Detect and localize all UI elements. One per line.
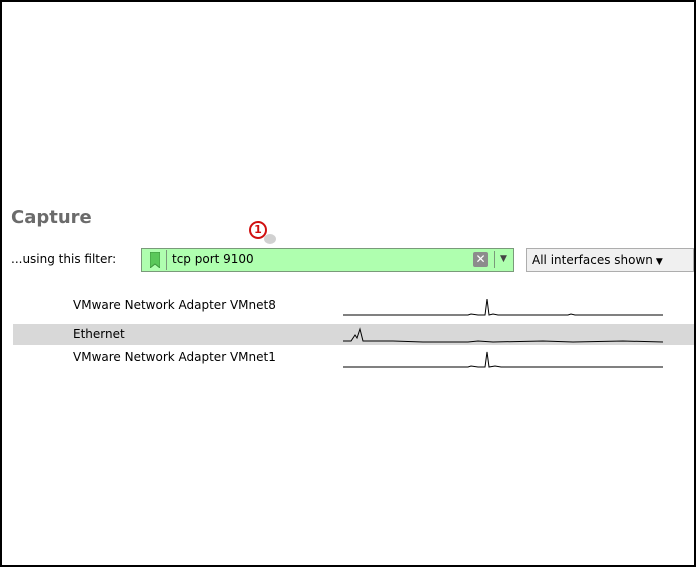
clear-x-icon: ✕	[475, 252, 486, 266]
dropdown-arrow-icon: ▼	[655, 257, 663, 267]
interface-row[interactable]: VMware Network Adapter VMnet8	[13, 295, 694, 316]
filter-label: ...using this filter:	[11, 252, 117, 266]
interfaces-shown-label: All interfaces shown	[532, 253, 653, 267]
filter-text[interactable]: tcp port 9100	[172, 252, 254, 266]
interface-name: VMware Network Adapter VMnet8	[73, 298, 276, 312]
interface-name: VMware Network Adapter VMnet1	[73, 350, 276, 364]
interface-name: Ethernet	[73, 327, 125, 341]
window-frame: Capture ...using this filter: tcp port 9…	[0, 0, 696, 567]
traffic-sparkline	[343, 327, 663, 343]
interfaces-shown-dropdown[interactable]: All interfaces shown ▼	[526, 248, 694, 272]
traffic-sparkline	[343, 351, 663, 368]
interface-row[interactable]: VMware Network Adapter VMnet1	[13, 347, 694, 368]
annotation-marker: 1	[249, 221, 267, 239]
annotation-shadow	[264, 234, 276, 244]
traffic-sparkline	[343, 298, 663, 316]
capture-filter-input[interactable]: tcp port 9100 ✕ ▼	[141, 248, 514, 272]
chevron-down-icon: ▼	[500, 254, 507, 264]
interface-row[interactable]: Ethernet	[13, 324, 694, 345]
capture-section-title: Capture	[11, 207, 92, 228]
filter-history-dropdown[interactable]: ▼	[494, 251, 512, 268]
bookmark-button[interactable]	[143, 250, 167, 270]
clear-filter-button[interactable]: ✕	[473, 252, 488, 267]
bookmark-icon	[149, 252, 160, 268]
